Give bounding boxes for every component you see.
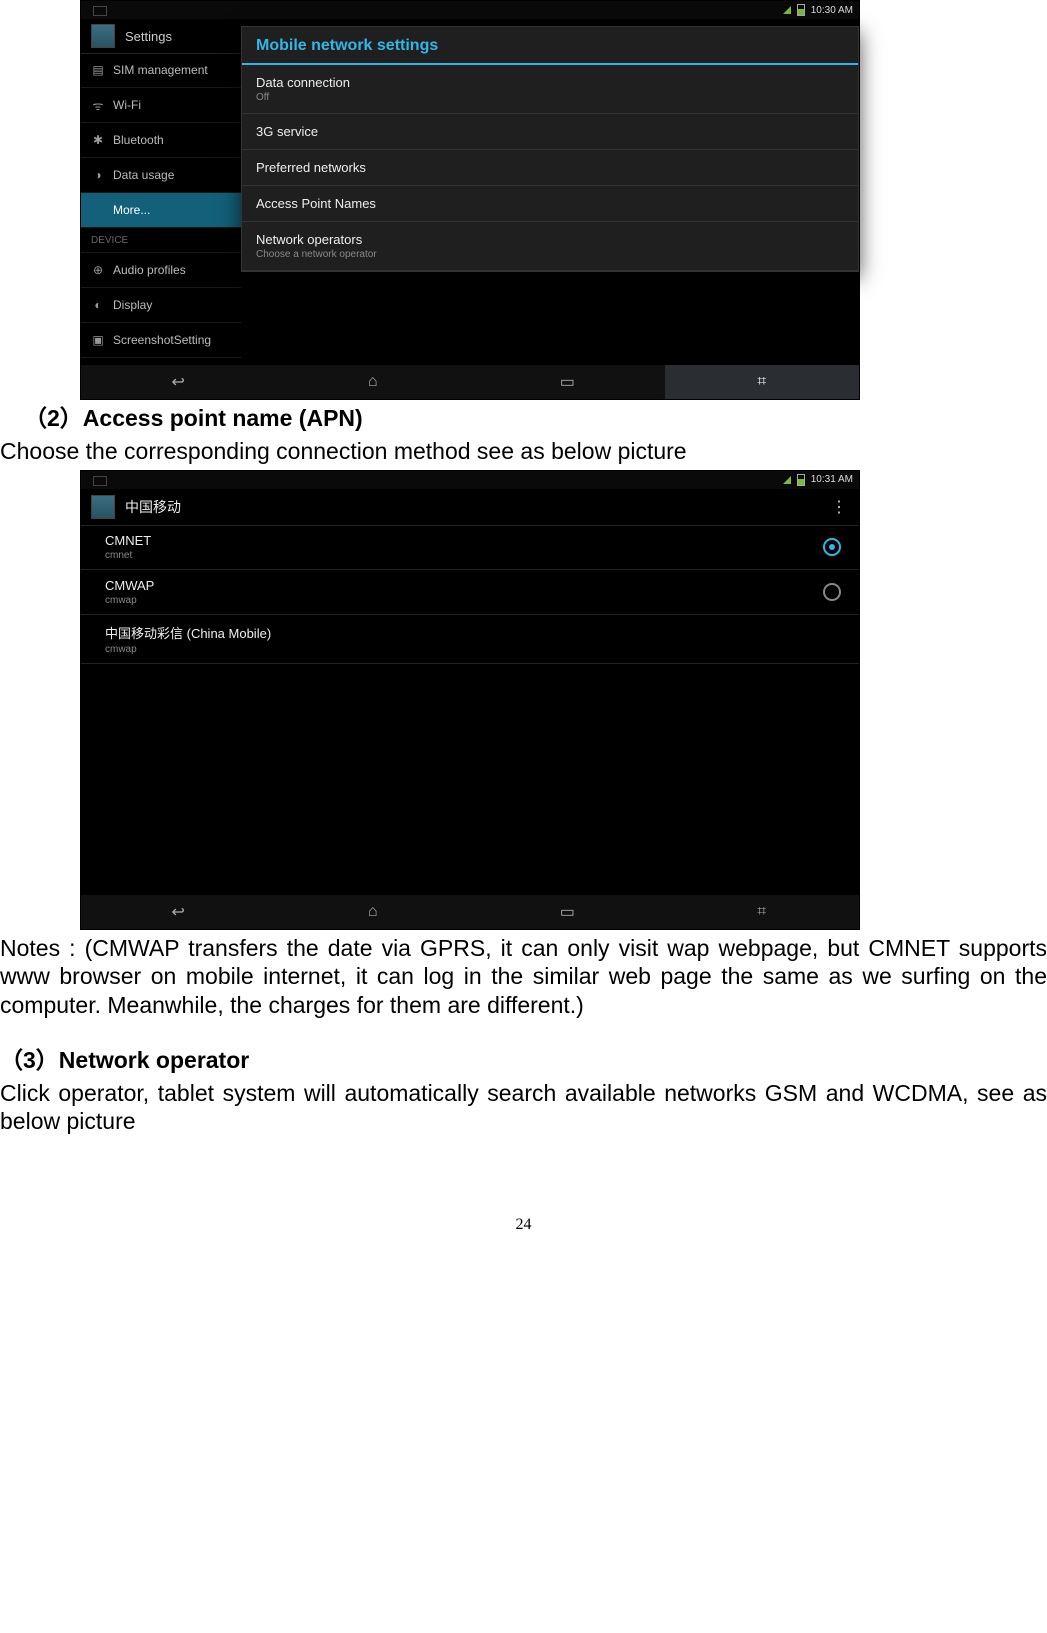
apn-item-cmnet[interactable]: CMNET cmnet bbox=[81, 525, 859, 570]
dialog-item-preferred-networks[interactable]: Preferred networks bbox=[242, 150, 858, 186]
apn-list: CMNET cmnet CMWAP cmwap 中国移动彩信 (China Mo… bbox=[81, 525, 859, 895]
notification-icon bbox=[93, 476, 107, 486]
dialog-title: Mobile network settings bbox=[242, 27, 858, 65]
heading-network-operator: （3）Network operator bbox=[0, 1046, 1047, 1075]
sidebar-item-display[interactable]: ◐Display bbox=[81, 288, 241, 323]
shot-icon: ▣ bbox=[91, 333, 105, 347]
mobile-network-settings-dialog: Mobile network settings Data connection … bbox=[241, 26, 859, 272]
heading-apn: （2）Access point name (APN) bbox=[24, 404, 1047, 433]
dialog-item-data-connection[interactable]: Data connection Off bbox=[242, 65, 858, 114]
nav-recent-button[interactable]: ▭ bbox=[470, 895, 665, 929]
sidebar-item-audio[interactable]: ⊕Audio profiles bbox=[81, 253, 241, 288]
sidebar-item-screenshot[interactable]: ▣ScreenshotSetting bbox=[81, 323, 241, 358]
radio-cmnet[interactable] bbox=[823, 538, 841, 556]
battery-icon bbox=[797, 4, 805, 16]
display-icon: ◐ bbox=[91, 298, 105, 312]
app-bar: 中国移动 ⋮ bbox=[81, 489, 859, 526]
status-time: 10:31 AM bbox=[811, 474, 853, 485]
signal-icon bbox=[783, 476, 791, 484]
screenshot-apn-list: 10:31 AM 中国移动 ⋮ CMNET cmnet CMWAP cmwap bbox=[80, 470, 860, 930]
system-navbar: ↩ ⌂ ▭ ⌗ bbox=[81, 895, 859, 929]
nav-home-button[interactable]: ⌂ bbox=[276, 895, 471, 929]
sidebar-item-sim[interactable]: ▤SIM management bbox=[81, 53, 241, 88]
data-icon: ◑ bbox=[91, 168, 105, 182]
sidebar-item-wifi[interactable]: ᯤWi-Fi bbox=[81, 88, 241, 123]
radio-cmwap[interactable] bbox=[823, 583, 841, 601]
sidebar-item-data-usage[interactable]: ◑Data usage bbox=[81, 158, 241, 193]
nav-home-button[interactable]: ⌂ bbox=[276, 365, 471, 399]
settings-app-icon bbox=[91, 495, 115, 519]
status-time: 10:30 AM bbox=[811, 5, 853, 16]
sidebar-item-bluetooth[interactable]: ✱Bluetooth bbox=[81, 123, 241, 158]
app-title: Settings bbox=[125, 29, 172, 44]
settings-sidebar: ▤SIM management ᯤWi-Fi ✱Bluetooth ◑Data … bbox=[81, 53, 241, 365]
nav-screenshot-button[interactable]: ⌗ bbox=[665, 895, 860, 929]
page-number: 24 bbox=[0, 1216, 1047, 1234]
sidebar-header-device: DEVICE bbox=[81, 228, 241, 253]
wifi-icon: ᯤ bbox=[91, 98, 105, 112]
overflow-menu-button[interactable]: ⋮ bbox=[829, 497, 849, 517]
dialog-item-apn[interactable]: Access Point Names bbox=[242, 186, 858, 222]
nav-recent-button[interactable]: ▭ bbox=[470, 365, 665, 399]
sidebar-item-more[interactable]: More... bbox=[81, 193, 241, 228]
dialog-item-network-operators[interactable]: Network operators Choose a network opera… bbox=[242, 222, 858, 271]
battery-icon bbox=[797, 474, 805, 486]
settings-app-icon bbox=[91, 24, 115, 48]
system-navbar: ↩ ⌂ ▭ ⌗ bbox=[81, 365, 859, 399]
dialog-item-3g-service[interactable]: 3G service bbox=[242, 114, 858, 150]
nav-back-button[interactable]: ↩ bbox=[81, 895, 276, 929]
notification-icon bbox=[93, 6, 107, 16]
intro-apn: Choose the corresponding connection meth… bbox=[0, 437, 1047, 466]
intro-network-operator: Click operator, tablet system will autom… bbox=[0, 1079, 1047, 1137]
bt-icon: ✱ bbox=[91, 133, 105, 147]
screenshot-mobile-network-settings: 10:30 AM Settings ▤SIM management ᯤWi-Fi… bbox=[80, 0, 860, 400]
signal-icon bbox=[783, 6, 791, 14]
nav-back-button[interactable]: ↩ bbox=[81, 365, 276, 399]
notes-text: Notes : (CMWAP transfers the date via GP… bbox=[0, 934, 1047, 1020]
status-bar: 10:31 AM bbox=[81, 471, 859, 489]
nav-screenshot-button[interactable]: ⌗ bbox=[665, 365, 860, 399]
apn-item-cmwap[interactable]: CMWAP cmwap bbox=[81, 570, 859, 615]
carrier-title: 中国移动 bbox=[125, 497, 181, 517]
status-bar: 10:30 AM bbox=[81, 1, 859, 19]
apn-item-mms[interactable]: 中国移动彩信 (China Mobile) cmwap bbox=[81, 615, 859, 664]
sim-icon: ▤ bbox=[91, 63, 105, 77]
audio-icon: ⊕ bbox=[91, 263, 105, 277]
